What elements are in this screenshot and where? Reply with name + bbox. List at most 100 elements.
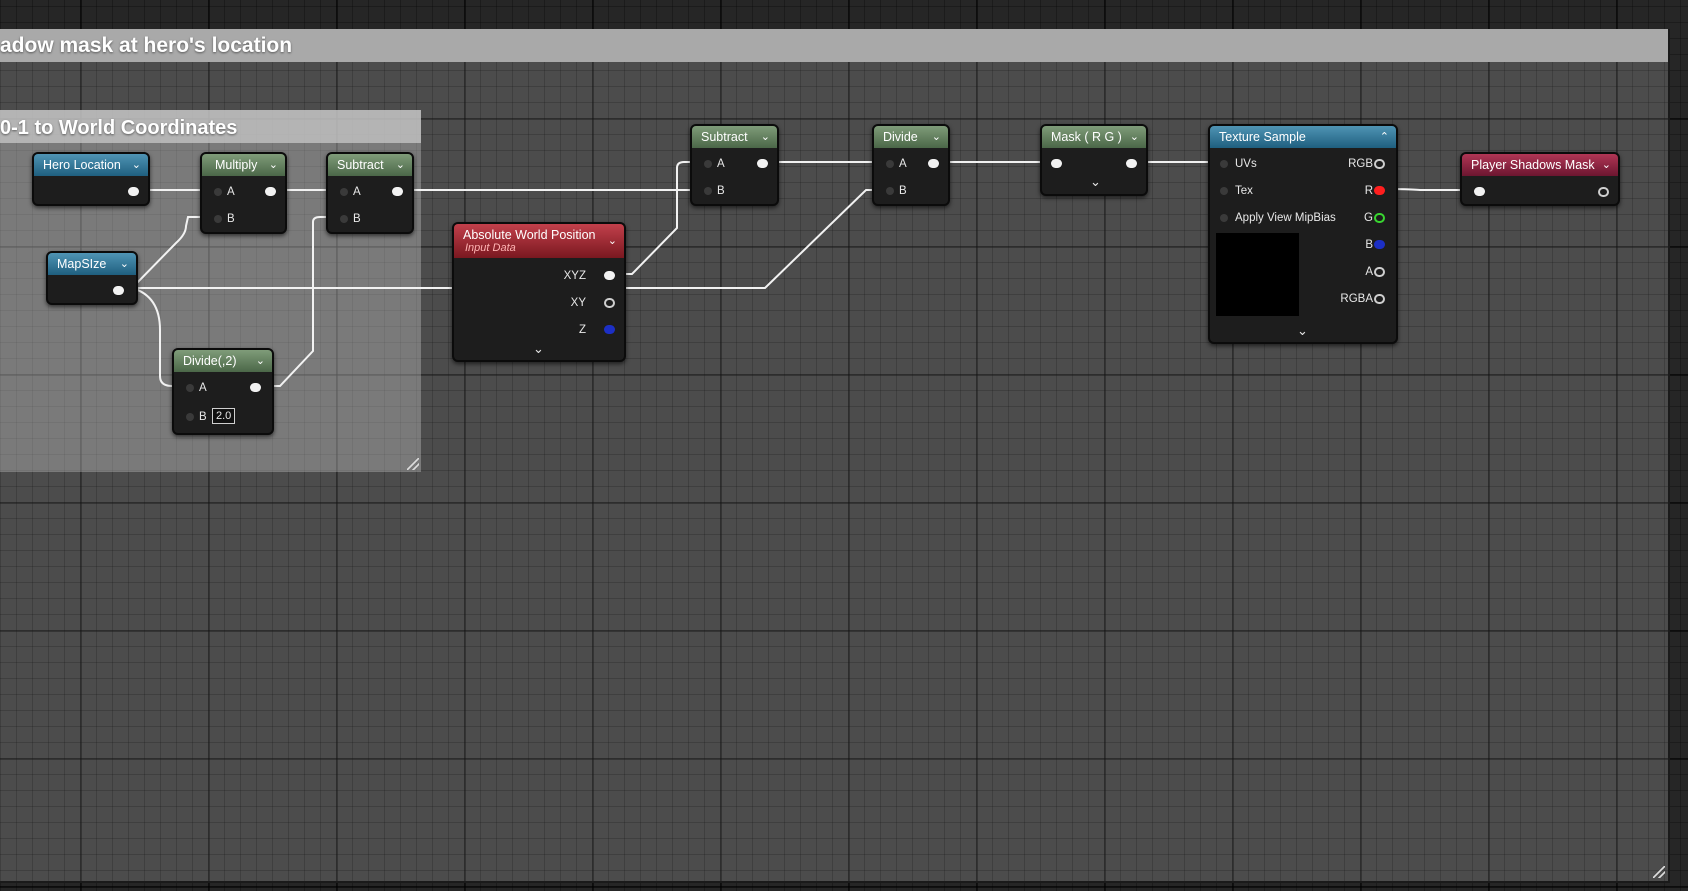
- node-mask-rg[interactable]: Mask ( R G ) ⌄ ⌄: [1040, 124, 1148, 196]
- input-pin[interactable]: [1474, 187, 1485, 196]
- node-header[interactable]: Multiply ⌄: [202, 154, 285, 176]
- output-pin-r[interactable]: [1374, 186, 1385, 195]
- comment-title-inner[interactable]: 0-1 to World Coordinates: [0, 110, 421, 143]
- pin-label: G: [1364, 212, 1373, 224]
- chevron-down-icon[interactable]: ⌄: [1130, 126, 1139, 148]
- output-pin[interactable]: [392, 187, 403, 196]
- input-pin-b[interactable]: [214, 215, 222, 223]
- resize-grip-icon[interactable]: [1653, 866, 1665, 878]
- chevron-down-icon[interactable]: ⌄: [396, 154, 405, 176]
- node-multiply[interactable]: Multiply ⌄ A B: [200, 152, 287, 234]
- input-pin-a[interactable]: [886, 160, 894, 168]
- resize-grip-icon[interactable]: [407, 458, 419, 470]
- input-pin-tex[interactable]: [1220, 187, 1228, 195]
- input-pin-a[interactable]: [186, 384, 194, 392]
- input-pin-mipbias[interactable]: [1220, 214, 1228, 222]
- input-pin-b[interactable]: [186, 413, 194, 421]
- node-mapsize[interactable]: MapSIze ⌄: [46, 251, 138, 305]
- output-pin[interactable]: [250, 383, 261, 392]
- input-pin-b[interactable]: [340, 215, 348, 223]
- chevron-down-icon[interactable]: ⌄: [1602, 154, 1611, 176]
- output-pin-xyz[interactable]: [604, 271, 615, 280]
- node-divide-half[interactable]: Divide(,2) ⌄ A B 2.0: [172, 348, 274, 435]
- node-title: Multiply: [215, 158, 258, 172]
- node-player-shadows-mask[interactable]: Player Shadows Mask ⌄: [1460, 152, 1620, 206]
- output-pin[interactable]: [1126, 159, 1137, 168]
- pin-label: A: [227, 186, 235, 198]
- input-pin-b[interactable]: [704, 187, 712, 195]
- pin-label: B: [899, 185, 907, 197]
- output-pin-rgb[interactable]: [1374, 159, 1385, 169]
- node-subtract[interactable]: Subtract ⌄ A B: [690, 124, 779, 206]
- input-pin-uvs[interactable]: [1220, 160, 1228, 168]
- pin-label: A: [199, 382, 207, 394]
- output-pin-rgba[interactable]: [1374, 294, 1385, 304]
- pin-label: XY: [570, 297, 586, 309]
- output-pin-xy[interactable]: [604, 298, 615, 308]
- node-header[interactable]: Subtract ⌄: [328, 154, 412, 176]
- input-pin[interactable]: [1051, 159, 1062, 168]
- node-texture-sample[interactable]: Texture Sample ⌃ UVs Tex Apply View MipB…: [1208, 124, 1398, 344]
- node-header[interactable]: Player Shadows Mask ⌄: [1462, 154, 1618, 176]
- chevron-down-icon[interactable]: ⌄: [761, 126, 770, 148]
- node-header[interactable]: Mask ( R G ) ⌄: [1042, 126, 1146, 148]
- node-header[interactable]: Subtract ⌄: [692, 126, 777, 148]
- pin-label: B: [717, 185, 725, 197]
- node-title: Player Shadows Mask: [1471, 158, 1595, 172]
- node-title: Mask ( R G ): [1051, 130, 1122, 144]
- pin-label: B: [1365, 239, 1373, 251]
- chevron-down-icon[interactable]: ⌄: [132, 154, 141, 176]
- pin-label: RGB: [1348, 158, 1373, 170]
- node-header[interactable]: Texture Sample ⌃: [1210, 126, 1396, 148]
- pin-label: XYZ: [563, 270, 586, 282]
- output-pin[interactable]: [113, 286, 124, 295]
- pin-label: B: [227, 213, 235, 225]
- output-pin-b[interactable]: [1374, 240, 1385, 249]
- output-pin-z[interactable]: [604, 325, 615, 334]
- output-pin-a[interactable]: [1374, 267, 1385, 277]
- node-subtract[interactable]: Subtract ⌄ A B: [326, 152, 414, 234]
- expand-chevron-down-icon[interactable]: ⌄: [533, 342, 544, 356]
- chevron-up-icon[interactable]: ⌃: [1380, 126, 1389, 148]
- output-pin-g[interactable]: [1374, 213, 1385, 223]
- expand-chevron-down-icon[interactable]: ⌄: [1090, 175, 1101, 189]
- comment-title-outer[interactable]: adow mask at hero's location: [0, 29, 1668, 62]
- pin-label: A: [899, 158, 907, 170]
- node-header[interactable]: Absolute World Position Input Data ⌄: [454, 224, 624, 258]
- node-title: Divide(,2): [183, 354, 237, 368]
- chevron-down-icon[interactable]: ⌄: [120, 253, 129, 275]
- pin-label: A: [1365, 266, 1373, 278]
- node-title: MapSIze: [57, 257, 107, 271]
- pin-label: Tex: [1235, 185, 1253, 197]
- node-header[interactable]: MapSIze ⌄: [48, 253, 136, 275]
- node-header[interactable]: Divide(,2) ⌄: [174, 350, 272, 372]
- output-pin[interactable]: [928, 159, 939, 168]
- node-header[interactable]: Divide ⌄: [874, 126, 948, 148]
- chevron-down-icon[interactable]: ⌄: [256, 350, 265, 372]
- node-title: Subtract: [337, 158, 384, 172]
- b-value-input[interactable]: 2.0: [212, 408, 236, 424]
- output-pin[interactable]: [128, 187, 139, 196]
- node-header[interactable]: Hero Location ⌄: [34, 154, 148, 176]
- node-hero-location[interactable]: Hero Location ⌄: [32, 152, 150, 206]
- node-title: Texture Sample: [1219, 130, 1306, 144]
- node-title: Divide: [883, 130, 918, 144]
- pin-label: B: [353, 213, 361, 225]
- chevron-down-icon[interactable]: ⌄: [269, 154, 278, 176]
- node-title: Hero Location: [43, 158, 121, 172]
- pin-label: R: [1364, 185, 1373, 197]
- output-pin[interactable]: [757, 159, 768, 168]
- chevron-down-icon[interactable]: ⌄: [608, 230, 617, 252]
- node-subtitle: Input Data: [465, 242, 516, 254]
- node-divide[interactable]: Divide ⌄ A B: [872, 124, 950, 206]
- chevron-down-icon[interactable]: ⌄: [932, 126, 941, 148]
- node-absolute-world-position[interactable]: Absolute World Position Input Data ⌄ XYZ…: [452, 222, 626, 362]
- input-pin-a[interactable]: [214, 188, 222, 196]
- input-pin-a[interactable]: [340, 188, 348, 196]
- input-pin-a[interactable]: [704, 160, 712, 168]
- input-pin-b[interactable]: [886, 187, 894, 195]
- node-title: Subtract: [701, 130, 748, 144]
- expand-chevron-down-icon[interactable]: ⌄: [1297, 324, 1308, 338]
- output-pin[interactable]: [1598, 187, 1609, 197]
- output-pin[interactable]: [265, 187, 276, 196]
